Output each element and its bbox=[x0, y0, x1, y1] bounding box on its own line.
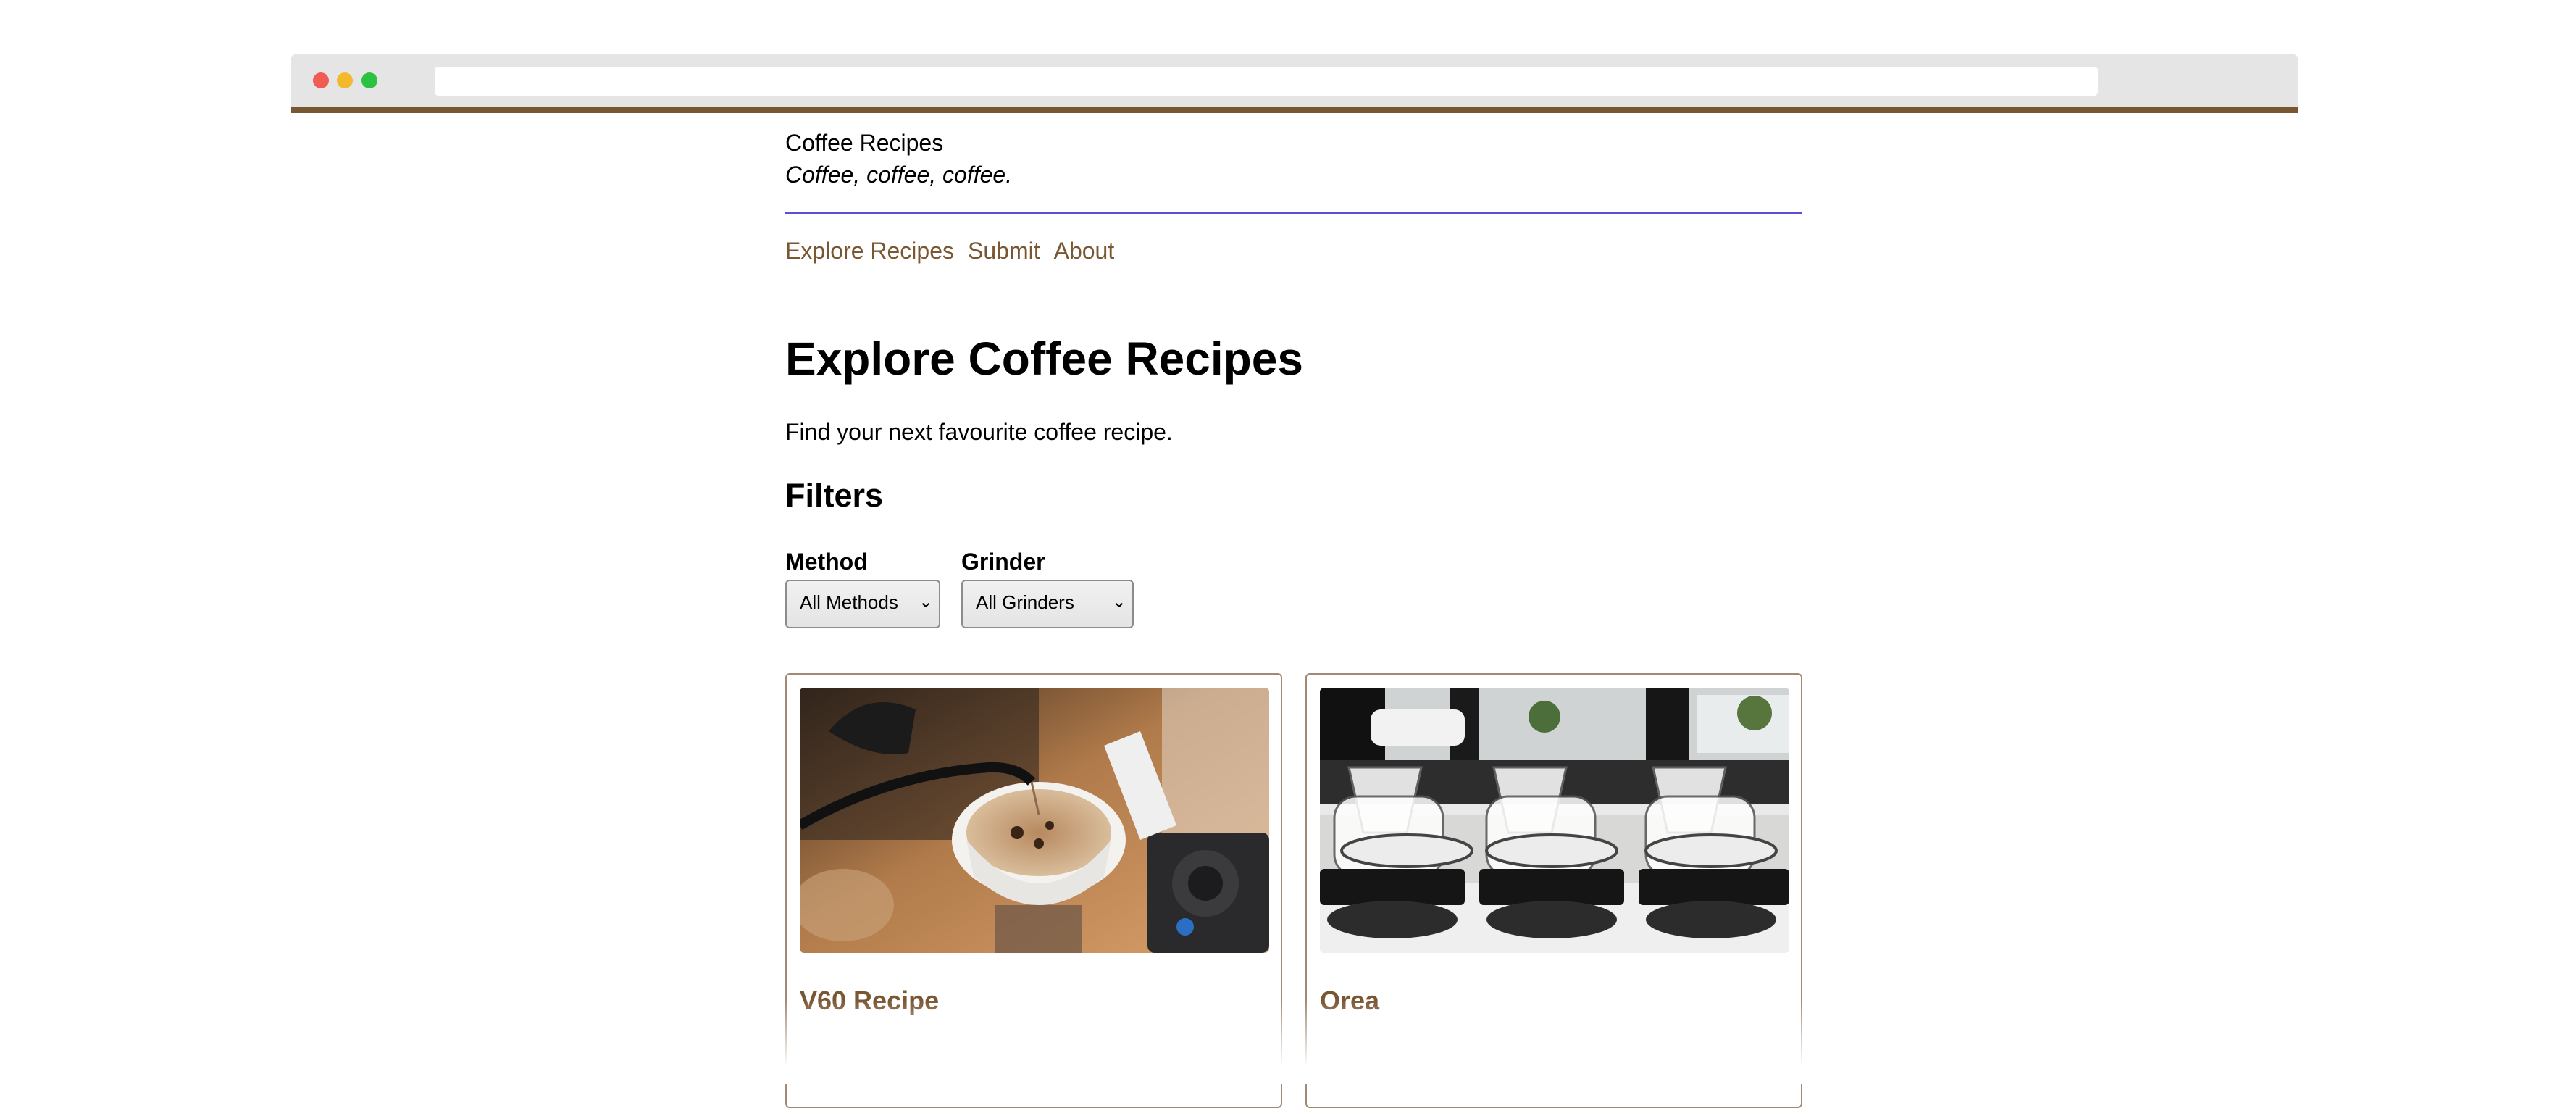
page-intro: Find your next favourite coffee recipe. bbox=[785, 419, 1173, 445]
method-select-value: All Methods bbox=[800, 591, 898, 613]
minimize-window-button[interactable] bbox=[337, 72, 353, 88]
grinder-filter-label: Grinder bbox=[961, 549, 1045, 575]
chevron-down-icon: ⌄ bbox=[918, 592, 933, 612]
grinder-select-value: All Grinders bbox=[976, 591, 1074, 613]
method-select[interactable]: All Methods ⌄ bbox=[785, 580, 940, 628]
header-divider bbox=[785, 212, 1802, 214]
chevron-down-icon: ⌄ bbox=[1111, 592, 1126, 612]
address-bar[interactable] bbox=[435, 67, 2098, 96]
page-title: Explore Coffee Recipes bbox=[785, 333, 1303, 385]
grinder-select[interactable]: All Grinders ⌄ bbox=[961, 580, 1134, 628]
nav-link-submit[interactable]: Submit bbox=[968, 238, 1040, 264]
site-tagline: Coffee, coffee, coffee. bbox=[785, 162, 1013, 188]
grinder-filter: Grinder All Grinders ⌄ bbox=[961, 549, 1134, 628]
browser-toolbar bbox=[291, 54, 2298, 113]
recipe-photo[interactable] bbox=[800, 688, 1269, 953]
recipe-card-title[interactable]: Orea bbox=[1320, 986, 1379, 1016]
site-title[interactable]: Coffee Recipes bbox=[785, 130, 943, 157]
close-window-button[interactable] bbox=[313, 72, 329, 88]
nav-link-about[interactable]: About bbox=[1054, 238, 1115, 264]
browser-window bbox=[291, 54, 2298, 1084]
filters-heading: Filters bbox=[785, 477, 884, 514]
method-filter-label: Method bbox=[785, 549, 868, 575]
method-filter: Method All Methods ⌄ bbox=[785, 549, 940, 628]
main-nav: Explore Recipes Submit About bbox=[785, 238, 1114, 264]
nav-link-explore-recipes[interactable]: Explore Recipes bbox=[785, 238, 954, 264]
recipe-card-title[interactable]: V60 Recipe bbox=[800, 986, 939, 1016]
recipe-card[interactable]: V60 Recipe bbox=[785, 673, 1282, 1108]
recipe-card[interactable]: Orea bbox=[1305, 673, 1802, 1108]
recipe-photo[interactable] bbox=[1320, 688, 1789, 953]
maximize-window-button[interactable] bbox=[361, 72, 377, 88]
